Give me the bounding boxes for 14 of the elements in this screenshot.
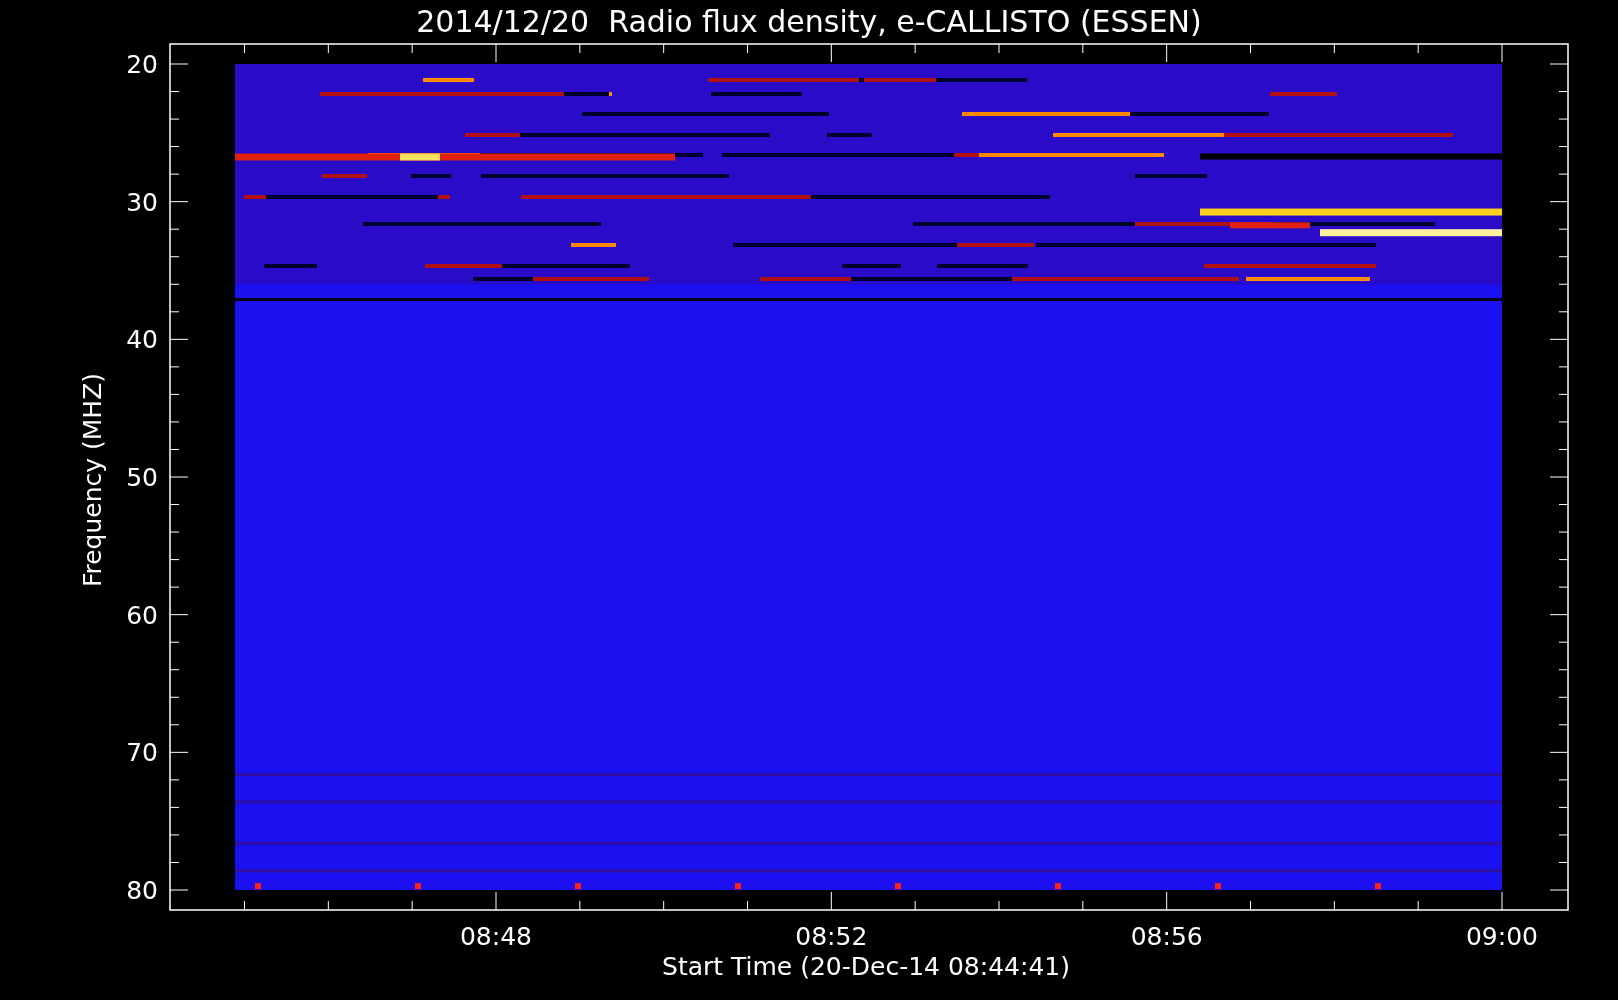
x-tick-label: 09:00 <box>1466 922 1538 951</box>
x-axis-title: Start Time (20-Dec-14 08:44:41) <box>662 952 1070 981</box>
y-tick-label: 50 <box>126 463 158 492</box>
x-tick-label: 08:48 <box>460 922 532 951</box>
y-tick-label: 80 <box>126 876 158 905</box>
y-tick-label: 40 <box>126 325 158 355</box>
y-tick-label: 30 <box>126 187 158 217</box>
x-tick-label: 08:52 <box>795 922 868 951</box>
chart-title: 2014/12/20 Radio flux density, e-CALLISTO (ESSEN) <box>416 4 1202 39</box>
y-tick-label: 70 <box>126 738 158 768</box>
x-tick-label: 08:56 <box>1130 922 1203 951</box>
y-tick-label: 60 <box>126 600 158 630</box>
y-tick-label: 20 <box>126 50 158 79</box>
y-axis-title: Frequency (MHZ) <box>78 372 107 588</box>
